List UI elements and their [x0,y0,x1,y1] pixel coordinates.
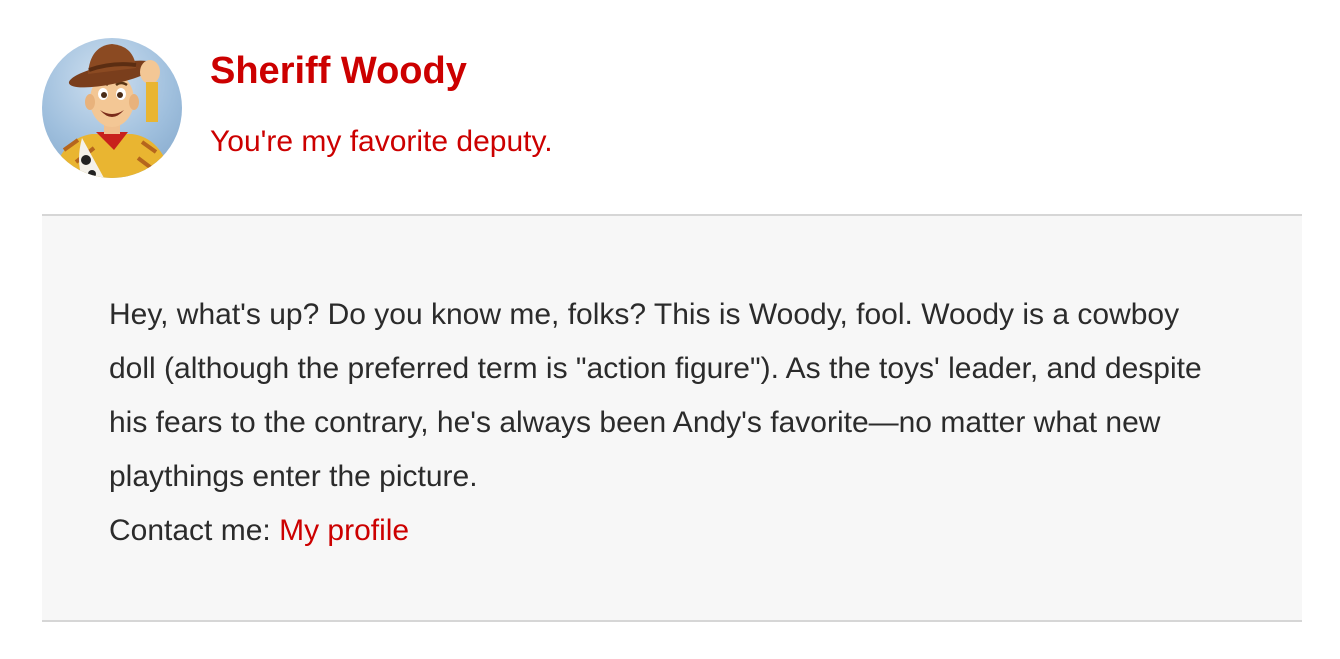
bio-panel: Hey, what's up? Do you know me, folks? T… [42,216,1302,620]
contact-line: Contact me: My profile [109,504,409,558]
contact-label: Contact me: [109,514,271,547]
profile-header: Sheriff Woody You're my favorite deputy. [42,38,1302,180]
bio-text: Hey, what's up? Do you know me, folks? T… [109,298,1202,493]
avatar [42,38,182,178]
profile-name: Sheriff Woody [210,50,467,92]
cowboy-avatar-icon [52,44,172,178]
profile-tagline: You're my favorite deputy. [210,125,553,158]
bottom-divider [42,620,1302,622]
profile-link[interactable]: My profile [279,514,409,547]
